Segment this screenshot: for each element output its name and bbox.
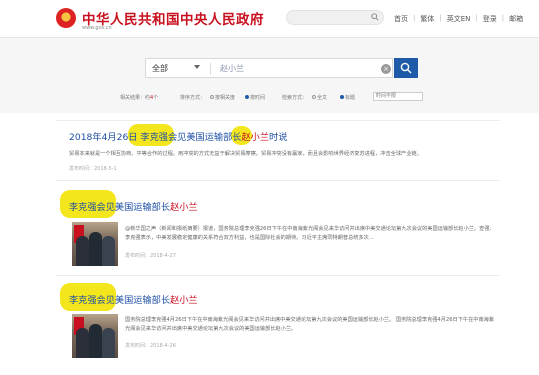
search-icon[interactable] bbox=[371, 13, 379, 21]
search-query-input[interactable]: 赵小兰 bbox=[220, 63, 244, 74]
person-figure bbox=[102, 236, 115, 266]
person-figure bbox=[89, 232, 102, 266]
clear-icon[interactable]: × bbox=[381, 64, 391, 74]
result-title-keyword: 赵小兰 bbox=[241, 132, 270, 143]
result-title-keyword: 赵小兰 bbox=[170, 202, 198, 213]
nav-divider: | bbox=[413, 14, 416, 22]
result-thumbnail[interactable] bbox=[72, 222, 118, 266]
scope-select[interactable]: 全部 bbox=[152, 63, 168, 74]
result-date: 发布时间：2018-4-27 bbox=[125, 253, 176, 259]
nav-mail[interactable]: 邮箱 bbox=[509, 14, 523, 24]
mode-fulltext[interactable]: 全文 bbox=[312, 94, 327, 101]
person-figure bbox=[102, 328, 115, 358]
nav-divider: | bbox=[501, 14, 505, 22]
mode-title-label: 标题 bbox=[345, 95, 356, 101]
search-icon bbox=[400, 62, 412, 74]
top-nav: 首页 | 繁体 | 英文EN | 登录 | 邮箱 bbox=[394, 14, 523, 24]
result-snippet: @新华国之声（新闻和报纸摘要）报道，国务院总理李克强26日下午在中南海紫光阁会见… bbox=[125, 226, 495, 241]
result-count: 相关结果：约4个 bbox=[120, 94, 158, 101]
nav-login[interactable]: 登录 bbox=[483, 14, 497, 24]
result-title-text: 时说 bbox=[269, 132, 288, 143]
sort-relevance-label: 按相关度 bbox=[215, 95, 236, 101]
radio-selected-icon bbox=[245, 95, 249, 99]
search-mode-label: 检索方式： bbox=[282, 95, 308, 101]
result-snippet: 国务院总理李克强4月26日下午在中南海紫光阁会见来华访问并出席中美交通论坛第九次… bbox=[125, 317, 495, 332]
radio-icon bbox=[312, 95, 316, 99]
divider bbox=[56, 120, 500, 121]
mode-fulltext-label: 全文 bbox=[317, 95, 328, 101]
time-range-select[interactable]: 时间不限 bbox=[373, 92, 423, 101]
count-unit: 个 bbox=[153, 95, 159, 101]
divider bbox=[56, 275, 500, 276]
divider bbox=[56, 180, 500, 181]
sort-time-label: 按时间 bbox=[250, 95, 266, 101]
radio-icon bbox=[210, 95, 214, 99]
result-title-link[interactable]: 李克强会见美国运输部长赵小兰 bbox=[69, 292, 198, 306]
nav-english[interactable]: 英文EN bbox=[447, 14, 471, 24]
site-header: 中华人民共和国中央人民政府 www.gov.cn 首页 | 繁体 | 英文EN … bbox=[0, 0, 539, 37]
person-figure bbox=[76, 236, 89, 266]
nav-home[interactable]: 首页 bbox=[394, 14, 408, 24]
radio-selected-icon bbox=[340, 95, 344, 99]
sort-relevance[interactable]: 按相关度 bbox=[210, 94, 235, 101]
person-figure bbox=[76, 328, 89, 358]
result-title-text: 李克强会见美国运输部长 bbox=[69, 295, 171, 306]
nav-divider: | bbox=[439, 14, 442, 22]
result-title-keyword: 赵小兰 bbox=[170, 295, 198, 306]
nav-traditional[interactable]: 繁体 bbox=[420, 14, 434, 24]
search-panel: 全部 赵小兰 × bbox=[0, 38, 539, 113]
sort-label: 排序方式： bbox=[180, 95, 206, 101]
result-title-text: 李克强会见美国运输部长 bbox=[69, 202, 171, 213]
result-title-text: 2018年4月26日 李克强会见美国运输部长 bbox=[69, 132, 242, 143]
result-date: 发布时间：2018-5-1 bbox=[69, 166, 117, 172]
site-url: www.gov.cn bbox=[82, 25, 112, 31]
count-label: 相关结果：约 bbox=[120, 95, 151, 101]
result-snippet: 贸易本来就是一个相互协商、平等合作的过程。用冲突的方式无益于解决贸易摩擦。贸易冲… bbox=[69, 151, 422, 157]
sort-time[interactable]: 按时间 bbox=[245, 94, 265, 101]
national-emblem-icon[interactable] bbox=[56, 8, 76, 28]
nav-divider: | bbox=[475, 14, 478, 22]
divider bbox=[210, 63, 211, 75]
result-title-link[interactable]: 2018年4月26日 李克强会见美国运输部长赵小兰时说 bbox=[69, 129, 287, 143]
search-button[interactable] bbox=[394, 58, 418, 78]
mode-title[interactable]: 标题 bbox=[340, 94, 355, 101]
result-date: 发布时间：2018-4-26 bbox=[125, 343, 176, 349]
result-thumbnail[interactable] bbox=[72, 314, 118, 358]
result-title-link[interactable]: 李克强会见美国运输部长赵小兰 bbox=[69, 199, 198, 213]
search-box[interactable]: 全部 赵小兰 × bbox=[145, 58, 393, 78]
person-figure bbox=[89, 324, 102, 358]
chevron-down-icon[interactable] bbox=[194, 65, 200, 69]
top-search-input[interactable] bbox=[286, 10, 384, 25]
